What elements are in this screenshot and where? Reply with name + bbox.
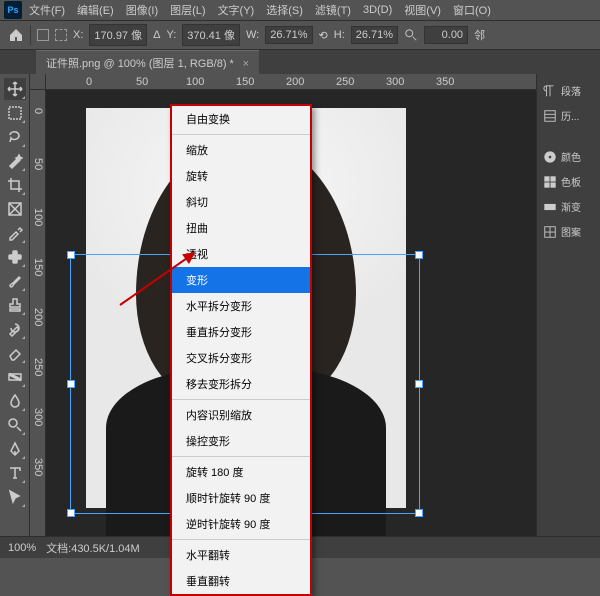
panel-gradient[interactable]: 渐变 — [541, 196, 596, 217]
menu-3d[interactable]: 3D(D) — [358, 2, 397, 18]
ctx-puppet-warp[interactable]: 操控变形 — [172, 428, 310, 454]
wand-tool[interactable] — [4, 150, 26, 172]
transform-handle-mr[interactable] — [415, 380, 423, 388]
ctx-scale[interactable]: 缩放 — [172, 137, 310, 163]
document-info: 文档:430.5K/1.04M — [46, 540, 140, 556]
blur-tool[interactable] — [4, 390, 26, 412]
ctx-flip-v[interactable]: 垂直翻转 — [172, 568, 310, 594]
toggle-icon[interactable] — [55, 29, 67, 41]
eraser-tool[interactable] — [4, 342, 26, 364]
ctx-rotate[interactable]: 旋转 — [172, 163, 310, 189]
menu-edit[interactable]: 编辑(E) — [72, 0, 119, 20]
x-label: X: — [73, 29, 83, 41]
transform-handle-tr[interactable] — [415, 251, 423, 259]
brush-tool[interactable] — [4, 270, 26, 292]
heal-tool[interactable] — [4, 246, 26, 268]
horizontal-ruler: 050100150200250300350 — [46, 74, 536, 90]
ctx-split-warp-cross[interactable]: 交叉拆分变形 — [172, 345, 310, 371]
stamp-tool[interactable] — [4, 294, 26, 316]
panel-color[interactable]: 颜色 — [541, 146, 596, 167]
ctx-rotate-cw-90[interactable]: 顺时针旋转 90 度 — [172, 485, 310, 511]
crop-tool[interactable] — [4, 174, 26, 196]
reference-point-icon[interactable] — [37, 29, 49, 41]
menu-filter[interactable]: 滤镜(T) — [310, 0, 356, 20]
ctx-rotate-180[interactable]: 旋转 180 度 — [172, 459, 310, 485]
eyedropper-tool[interactable] — [4, 222, 26, 244]
ctx-warp[interactable]: 变形 — [172, 267, 310, 293]
ctx-split-warp-v[interactable]: 垂直拆分变形 — [172, 319, 310, 345]
tab-title: 证件照.png @ 100% (图层 1, RGB/8) * — [46, 58, 234, 70]
ctx-distort[interactable]: 扭曲 — [172, 215, 310, 241]
panel-history[interactable]: 历... — [541, 105, 596, 126]
transform-handle-ml[interactable] — [67, 380, 75, 388]
interp-label: 邻 — [474, 27, 485, 43]
move-tool[interactable] — [4, 78, 26, 100]
delta-icon[interactable]: Δ — [153, 29, 160, 41]
frame-tool[interactable] — [4, 198, 26, 220]
menu-window[interactable]: 窗口(O) — [448, 0, 496, 20]
y-label: Y: — [166, 29, 176, 41]
angle-field[interactable]: 0.00 — [424, 26, 468, 44]
search-icon[interactable] — [404, 28, 418, 42]
ctx-skew[interactable]: 斜切 — [172, 189, 310, 215]
history-brush-tool[interactable] — [4, 318, 26, 340]
h-label: H: — [334, 29, 345, 41]
ctx-flip-h[interactable]: 水平翻转 — [172, 542, 310, 568]
vertical-ruler: 050100150200250300350 — [30, 90, 46, 536]
menu-select[interactable]: 选择(S) — [261, 0, 308, 20]
link-icon[interactable]: ⟲ — [319, 29, 328, 42]
panel-paragraph[interactable]: 段落 — [541, 80, 596, 101]
panel-swatches[interactable]: 色板 — [541, 171, 596, 192]
ruler-corner — [30, 74, 46, 90]
menu-image[interactable]: 图像(I) — [121, 0, 163, 20]
w-field[interactable]: 26.71% — [265, 26, 312, 44]
pen-tool[interactable] — [4, 438, 26, 460]
panel-pattern[interactable]: 图案 — [541, 221, 596, 242]
x-field[interactable]: 170.97 像 — [89, 24, 147, 46]
menu-type[interactable]: 文字(Y) — [213, 0, 260, 20]
home-icon[interactable] — [8, 27, 24, 43]
dodge-tool[interactable] — [4, 414, 26, 436]
transform-handle-tl[interactable] — [67, 251, 75, 259]
ctx-remove-warp-split[interactable]: 移去变形拆分 — [172, 371, 310, 397]
toolbar — [0, 74, 30, 536]
gradient-tool[interactable] — [4, 366, 26, 388]
zoom-level[interactable]: 100% — [8, 542, 36, 554]
ctx-content-aware-scale[interactable]: 内容识别缩放 — [172, 402, 310, 428]
ctx-free-transform[interactable]: 自由变换 — [172, 106, 310, 132]
path-select-tool[interactable] — [4, 486, 26, 508]
lasso-tool[interactable] — [4, 126, 26, 148]
ctx-split-warp-h[interactable]: 水平拆分变形 — [172, 293, 310, 319]
close-tab-icon[interactable]: × — [243, 58, 249, 70]
y-field[interactable]: 370.41 像 — [182, 24, 240, 46]
menu-view[interactable]: 视图(V) — [399, 0, 446, 20]
ctx-rotate-ccw-90[interactable]: 逆时针旋转 90 度 — [172, 511, 310, 537]
menu-layer[interactable]: 图层(L) — [165, 0, 210, 20]
app-icon: Ps — [4, 1, 22, 19]
w-label: W: — [246, 29, 259, 41]
type-tool[interactable] — [4, 462, 26, 484]
context-menu: 自由变换 缩放 旋转 斜切 扭曲 透视 变形 水平拆分变形 垂直拆分变形 交叉拆… — [170, 104, 312, 596]
menu-file[interactable]: 文件(F) — [24, 0, 70, 20]
panel-dock: 段落 历... 颜色 色板 渐变 图案 — [536, 74, 600, 536]
marquee-tool[interactable] — [4, 102, 26, 124]
h-field[interactable]: 26.71% — [351, 26, 398, 44]
document-tab[interactable]: 证件照.png @ 100% (图层 1, RGB/8) * × — [36, 50, 259, 75]
transform-handle-bl[interactable] — [67, 509, 75, 517]
transform-handle-br[interactable] — [415, 509, 423, 517]
